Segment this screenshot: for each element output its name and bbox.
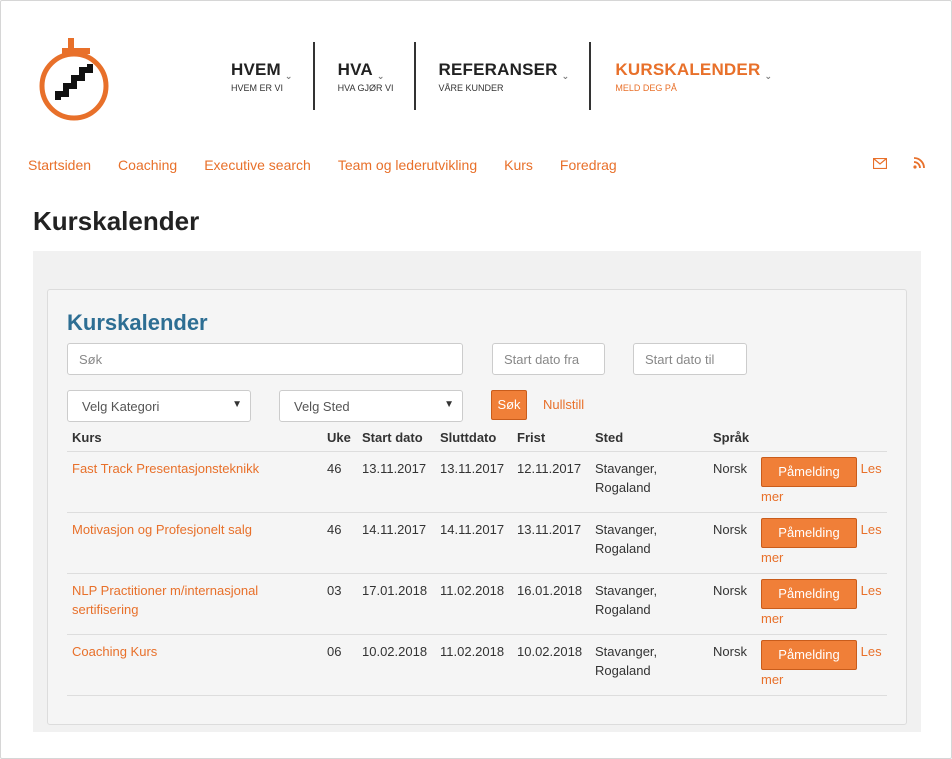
signup-button[interactable]: Påmelding	[761, 457, 857, 487]
table-row: Coaching Kurs 06 10.02.2018 11.02.2018 1…	[67, 634, 887, 696]
table-row: Fast Track Presentasjonsteknikk 46 13.11…	[67, 451, 887, 513]
caret-down-icon: ⌄	[284, 71, 293, 81]
mail-icon[interactable]	[872, 157, 888, 172]
cell-uke: 06	[322, 634, 357, 696]
table-row: NLP Practitioner m/internasjonal sertifi…	[67, 573, 887, 635]
kurskalender-panel: Kurskalender Velg Kategori ▼ Velg Sted ▼…	[47, 289, 907, 725]
cell-frist: 13.11.2017	[512, 512, 590, 574]
table-row: Motivasjon og Profesjonelt salg 46 14.11…	[67, 512, 887, 574]
course-name-link[interactable]: NLP Practitioner m/internasjonal sertifi…	[67, 573, 322, 635]
cell-sted: Stavanger, Rogaland	[590, 634, 708, 696]
header-frist: Frist	[512, 424, 590, 452]
cell-start-dato: 14.11.2017	[357, 512, 435, 574]
header-actions	[756, 424, 887, 452]
course-name-link[interactable]: Coaching Kurs	[67, 634, 322, 696]
rss-icon[interactable]	[913, 157, 925, 172]
cell-uke: 46	[322, 512, 357, 574]
search-button[interactable]: Søk	[491, 390, 527, 420]
nav-kurskalender-label: KURSKALENDER ⌄	[615, 60, 773, 81]
cell-sprak: Norsk	[708, 634, 756, 696]
nav-hvem-label: HVEM ⌄	[231, 60, 293, 81]
cell-frist: 12.11.2017	[512, 451, 590, 513]
caret-down-icon: ▼	[232, 399, 242, 410]
cell-sted: Stavanger, Rogaland	[590, 451, 708, 513]
signup-button[interactable]: Påmelding	[761, 518, 857, 548]
category-select-value: Velg Kategori	[82, 399, 160, 414]
cell-sted: Stavanger, Rogaland	[590, 512, 708, 574]
subnav-team-og-lederutvikling[interactable]: Team og lederutvikling	[338, 157, 477, 173]
cell-sluttdato: 14.11.2017	[435, 512, 512, 574]
main-nav: HVEM ⌄ HVEM ER VI HVA ⌄ HVA GJØR VI REFERA…	[220, 42, 794, 112]
header-uke: Uke	[322, 424, 357, 452]
cell-sprak: Norsk	[708, 451, 756, 513]
place-select[interactable]: Velg Sted ▼	[279, 390, 463, 422]
nav-hva-sub: HVA GJØR VI	[337, 83, 394, 93]
cell-frist: 16.01.2018	[512, 573, 590, 635]
category-select[interactable]: Velg Kategori ▼	[67, 390, 251, 422]
scanlearn-logo[interactable]	[34, 36, 114, 124]
nav-referanser-label: REFERANSER ⌄	[438, 60, 570, 81]
cell-sluttdato: 13.11.2017	[435, 451, 512, 513]
course-table: Kurs Uke Start dato Sluttdato Frist Sted…	[67, 424, 887, 696]
nav-kurskalender-sub: MELD DEG PÅ	[615, 83, 677, 93]
header-kurs: Kurs	[67, 424, 322, 452]
subnav-executive-search[interactable]: Executive search	[204, 157, 311, 173]
cell-uke: 46	[322, 451, 357, 513]
cell-start-dato: 13.11.2017	[357, 451, 435, 513]
nav-referanser[interactable]: REFERANSER ⌄ VÅRE KUNDER	[416, 42, 592, 112]
signup-button[interactable]: Påmelding	[761, 579, 857, 609]
reset-link[interactable]: Nullstill	[543, 397, 584, 412]
content-area: Kurskalender Velg Kategori ▼ Velg Sted ▼…	[33, 251, 921, 732]
signup-button[interactable]: Påmelding	[761, 640, 857, 670]
course-name-link[interactable]: Motivasjon og Profesjonelt salg	[67, 512, 322, 574]
start-date-from-input[interactable]	[492, 343, 605, 375]
cell-sluttdato: 11.02.2018	[435, 634, 512, 696]
course-name-link[interactable]: Fast Track Presentasjonsteknikk	[67, 451, 322, 513]
cell-sluttdato: 11.02.2018	[435, 573, 512, 635]
secondary-nav: Startsiden Coaching Executive search Tea…	[28, 157, 644, 173]
social-icons	[872, 157, 925, 172]
search-input[interactable]	[67, 343, 463, 375]
cell-sprak: Norsk	[708, 512, 756, 574]
caret-down-icon: ⌄	[561, 71, 570, 81]
header-start-dato: Start dato	[357, 424, 435, 452]
page-title: Kurskalender	[33, 206, 200, 236]
cell-actions: Påmelding Les mer	[756, 573, 887, 635]
header-sted: Sted	[590, 424, 708, 452]
subnav-kurs[interactable]: Kurs	[504, 157, 533, 173]
cell-frist: 10.02.2018	[512, 634, 590, 696]
panel-title: Kurskalender	[67, 310, 208, 335]
subnav-foredrag[interactable]: Foredrag	[560, 157, 617, 173]
cell-start-dato: 10.02.2018	[357, 634, 435, 696]
cell-actions: Påmelding Les mer	[756, 512, 887, 574]
nav-hva[interactable]: HVA ⌄ HVA GJØR VI	[315, 42, 416, 112]
table-header-row: Kurs Uke Start dato Sluttdato Frist Sted…	[67, 424, 887, 452]
cell-uke: 03	[322, 573, 357, 635]
cell-start-dato: 17.01.2018	[357, 573, 435, 635]
caret-down-icon: ▼	[444, 399, 454, 410]
place-select-value: Velg Sted	[294, 399, 350, 414]
cell-sprak: Norsk	[708, 573, 756, 635]
caret-down-icon: ⌄	[764, 71, 773, 81]
start-date-to-input[interactable]	[633, 343, 747, 375]
caret-down-icon: ⌄	[376, 71, 385, 81]
header-sprak: Språk	[708, 424, 756, 452]
nav-hva-label: HVA ⌄	[337, 60, 385, 81]
header-sluttdato: Sluttdato	[435, 424, 512, 452]
nav-hvem[interactable]: HVEM ⌄ HVEM ER VI	[220, 42, 315, 112]
nav-hvem-sub: HVEM ER VI	[231, 83, 284, 93]
cell-actions: Påmelding Les mer	[756, 634, 887, 696]
subnav-coaching[interactable]: Coaching	[118, 157, 177, 173]
subnav-startsiden[interactable]: Startsiden	[28, 157, 91, 173]
nav-referanser-sub: VÅRE KUNDER	[438, 83, 504, 93]
cell-sted: Stavanger, Rogaland	[590, 573, 708, 635]
cell-actions: Påmelding Les mer	[756, 451, 887, 513]
nav-kurskalender[interactable]: KURSKALENDER ⌄ MELD DEG PÅ	[591, 42, 794, 112]
